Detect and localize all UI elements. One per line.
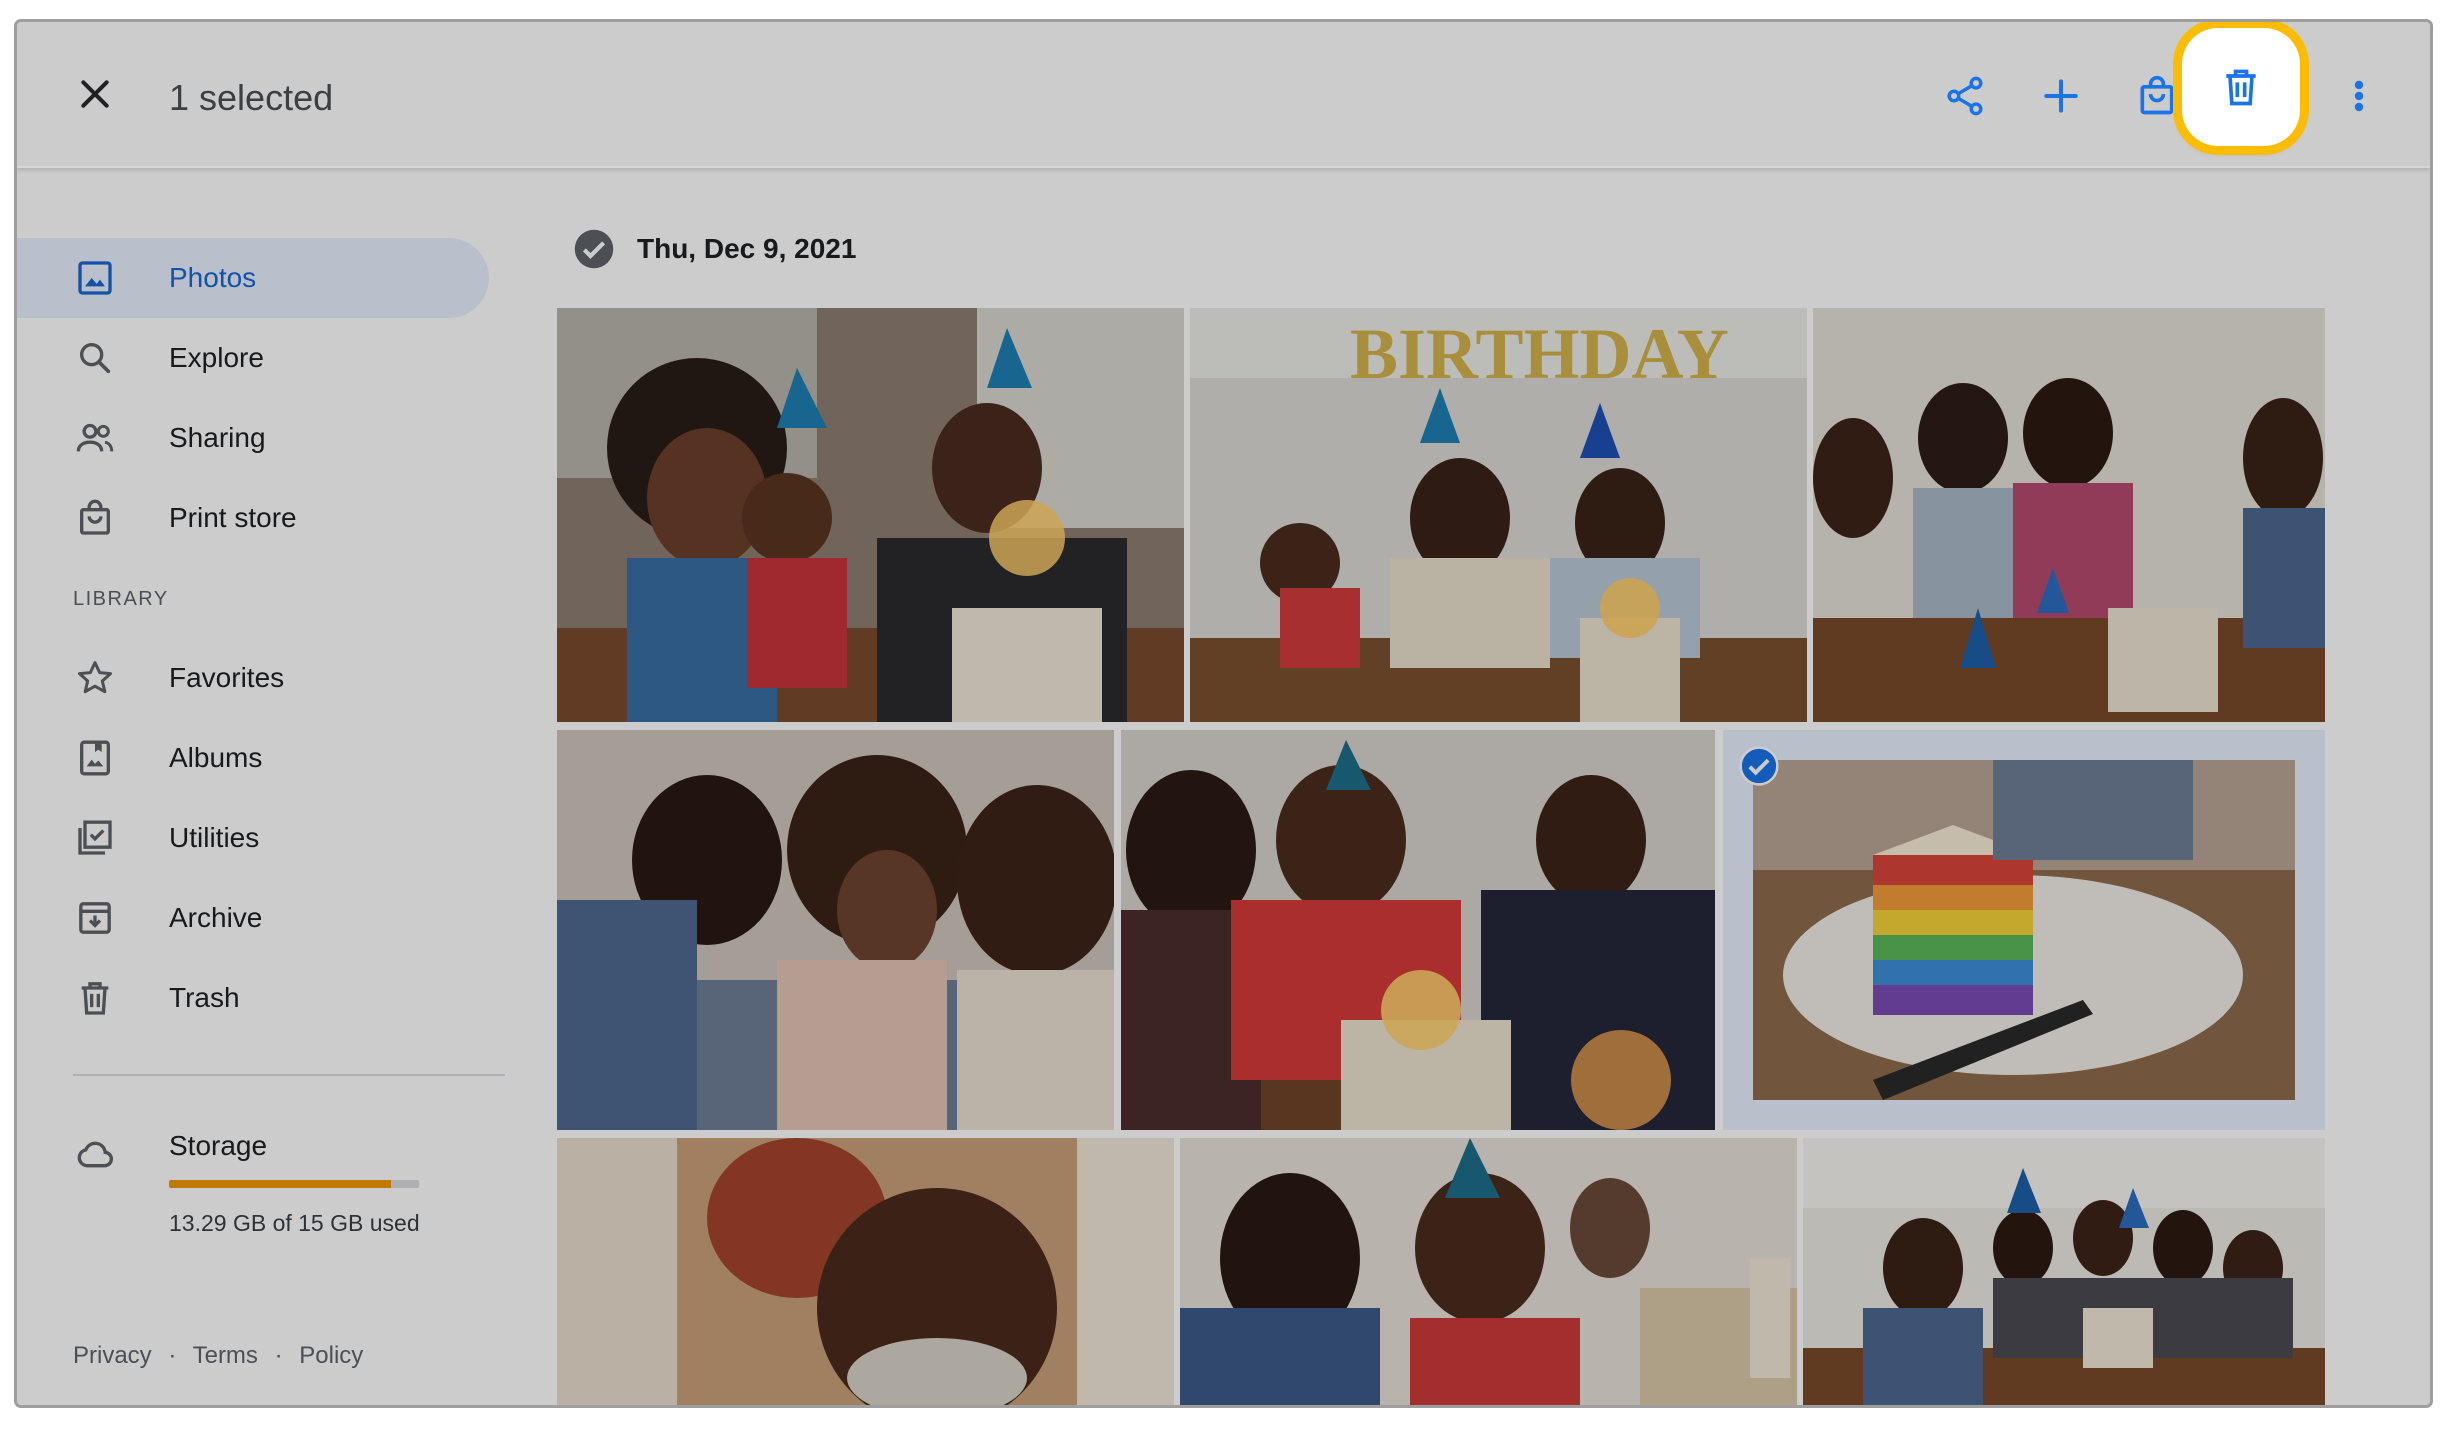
sidebar-item-utilities[interactable]: Utilities xyxy=(17,798,489,878)
storage-used-text: 13.29 GB of 15 GB used xyxy=(169,1210,420,1236)
photo-image xyxy=(1813,308,2325,722)
sidebar-item-archive[interactable]: Archive xyxy=(17,878,489,958)
storage-progress-bar xyxy=(169,1180,419,1188)
date-group-header[interactable]: Thu, Dec 9, 2021 xyxy=(573,228,856,270)
date-label: Thu, Dec 9, 2021 xyxy=(637,233,857,264)
sidebar-item-label: Archive xyxy=(169,902,263,933)
footer-separator: · xyxy=(274,1342,283,1369)
share-icon xyxy=(1947,76,1983,116)
photo-thumbnail[interactable]: BIRTHDAY xyxy=(1190,308,1807,722)
trash-icon xyxy=(81,982,109,1015)
more-options-button[interactable] xyxy=(2347,74,2371,118)
trash-icon xyxy=(2226,69,2256,106)
sidebar-item-storage[interactable]: Storage 13.29 GB of 15 GB used xyxy=(17,1114,489,1236)
terms-link[interactable]: Terms xyxy=(193,1342,258,1369)
cloud-icon xyxy=(77,1141,113,1168)
footer-links: Privacy · Terms · Policy xyxy=(73,1342,363,1370)
sidebar-item-label: Photos xyxy=(169,262,257,293)
sidebar-item-print-store[interactable]: Print store xyxy=(17,478,489,558)
photo-thumbnail[interactable] xyxy=(1180,1138,1797,1405)
storage-progress-fill xyxy=(169,1180,391,1188)
photo-image: BIRTHDAY xyxy=(1190,308,1807,722)
library-section-label: LIBRARY xyxy=(73,588,169,610)
sidebar-item-explore[interactable]: Explore xyxy=(17,318,489,398)
order-photo-button[interactable] xyxy=(2135,74,2179,118)
photo-grid: Thu, Dec 9, 2021 BIRTHDAY xyxy=(517,168,2417,1405)
selection-count-label: 1 selected xyxy=(169,77,334,118)
archive-icon xyxy=(79,902,111,934)
sidebar-item-favorites[interactable]: Favorites xyxy=(17,638,489,718)
sidebar-divider xyxy=(73,1074,505,1076)
photo-thumbnail[interactable] xyxy=(557,308,1184,722)
photo-icon xyxy=(78,261,112,295)
sidebar-item-label: Explore xyxy=(169,342,264,373)
photo-image xyxy=(557,730,1114,1130)
sidebar-item-label: Sharing xyxy=(169,422,266,453)
plus-icon xyxy=(2044,79,2078,113)
storage-label: Storage xyxy=(169,1130,268,1161)
star-icon xyxy=(78,661,112,694)
sidebar: Photos Explore Sharing Print store LIBRA… xyxy=(17,168,505,1405)
privacy-link[interactable]: Privacy xyxy=(73,1342,152,1369)
shopping-bag-icon xyxy=(2140,75,2174,115)
sidebar-item-label: Favorites xyxy=(169,662,285,693)
add-to-button[interactable] xyxy=(2039,74,2083,118)
photos-app-window: Photos Explore Sharing Print store LIBRA… xyxy=(17,22,2430,1405)
photo-thumbnail[interactable] xyxy=(1121,730,1715,1130)
selected-check-icon[interactable] xyxy=(1739,746,1779,786)
selected-photo-frame[interactable] xyxy=(1723,730,2325,1130)
more-vert-icon xyxy=(2354,80,2364,112)
search-icon xyxy=(80,343,111,374)
sidebar-item-label: Albums xyxy=(169,742,263,773)
sidebar-item-label: Trash xyxy=(169,982,240,1013)
people-icon xyxy=(76,423,114,452)
photo-image xyxy=(1121,730,1715,1130)
sidebar-item-label: Utilities xyxy=(169,822,260,853)
policy-link[interactable]: Policy xyxy=(299,1342,363,1369)
share-button[interactable] xyxy=(1943,74,1987,118)
sidebar-item-photos[interactable]: Photos xyxy=(17,238,489,318)
photo-image xyxy=(1753,760,2295,1100)
photo-thumbnail[interactable] xyxy=(1803,1138,2325,1405)
photo-image xyxy=(557,1138,1174,1405)
photo-image xyxy=(557,308,1184,722)
utilities-icon xyxy=(78,820,112,855)
sidebar-item-label: Print store xyxy=(169,502,297,533)
shopping-bag-icon xyxy=(80,499,110,535)
photo-thumbnail[interactable] xyxy=(557,730,1114,1130)
album-icon xyxy=(80,740,110,776)
sidebar-item-sharing[interactable]: Sharing xyxy=(17,398,489,478)
sidebar-item-trash[interactable]: Trash xyxy=(17,958,489,1038)
birthday-balloons: BIRTHDAY xyxy=(1350,314,1729,394)
selection-toolbar: 1 selected xyxy=(17,22,2430,168)
photo-image xyxy=(1803,1138,2325,1405)
close-icon[interactable] xyxy=(75,74,115,114)
photo-thumbnail[interactable] xyxy=(1813,308,2325,722)
footer-separator: · xyxy=(168,1342,177,1369)
sidebar-item-albums[interactable]: Albums xyxy=(17,718,489,798)
photo-thumbnail-selected[interactable] xyxy=(1753,760,2295,1100)
photo-thumbnail[interactable] xyxy=(557,1138,1174,1405)
delete-button[interactable] xyxy=(2219,65,2263,109)
select-all-check-icon[interactable] xyxy=(573,228,615,270)
photo-image xyxy=(1180,1138,1797,1405)
